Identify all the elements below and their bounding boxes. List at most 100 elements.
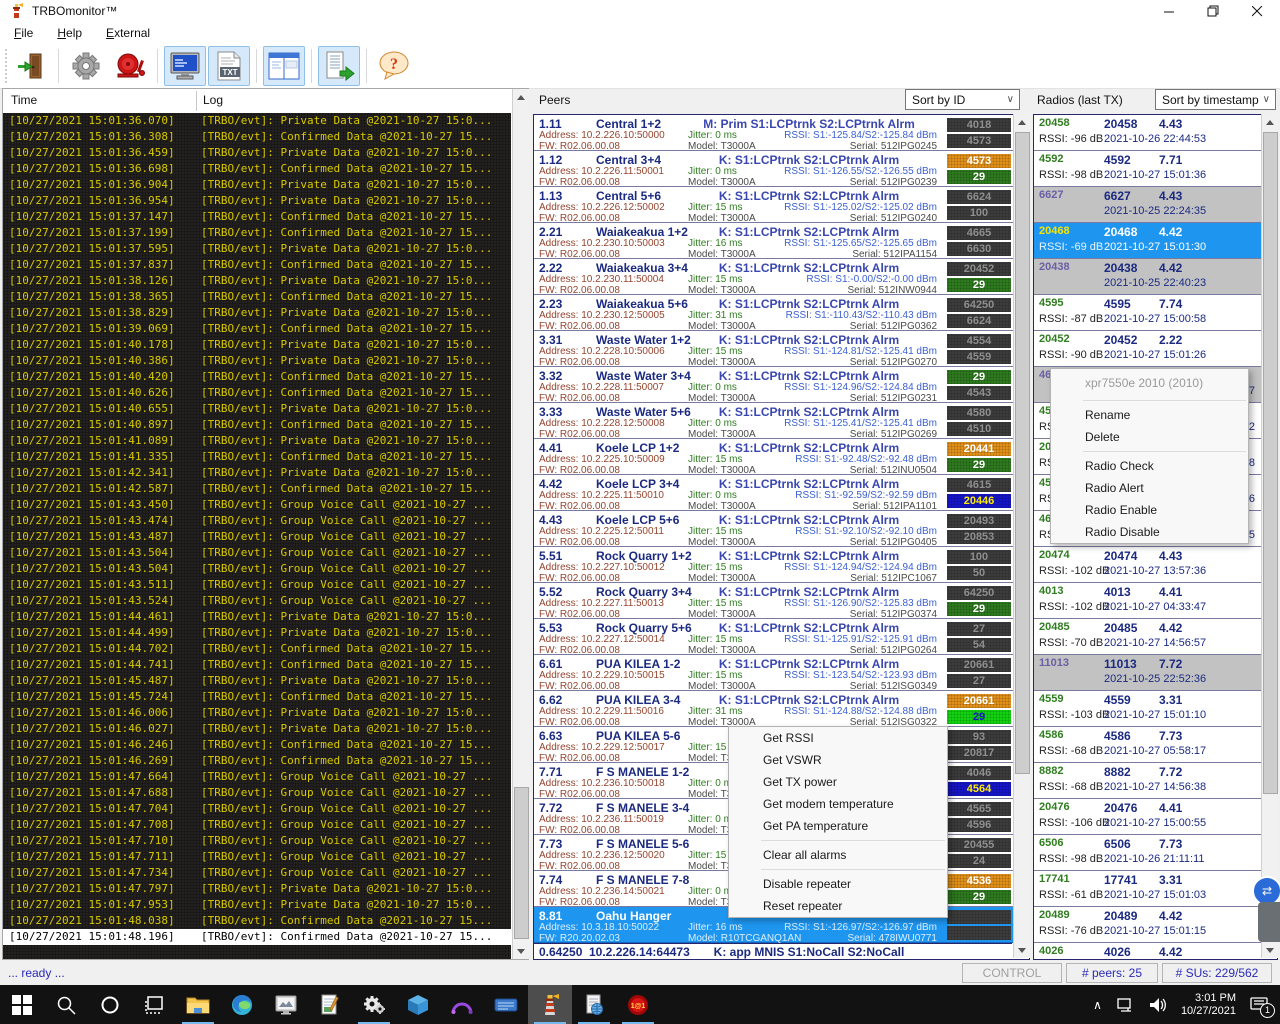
radio-row[interactable]: 20458204584.43RSSI: -96 dB2021-10-26 22:…: [1034, 115, 1277, 151]
log-row[interactable]: [10/27/2021 15:01:47.688][TRBO/evt]: Gro…: [3, 785, 511, 801]
scroll-thumb[interactable]: [1015, 132, 1030, 774]
log-row[interactable]: [10/27/2021 15:01:44.702][TRBO/evt]: Con…: [3, 641, 511, 657]
log-row[interactable]: [10/27/2021 15:01:36.698][TRBO/evt]: Con…: [3, 161, 511, 177]
peer-row[interactable]: 2.22Waiakeakua 3+4K: S1:LCPtrnk S2:LCPtr…: [534, 259, 1029, 295]
remote-session-handle[interactable]: ⇄: [1252, 876, 1280, 948]
peer-row[interactable]: 4.43Koele LCP 5+6K: S1:LCPtrnk S2:LCPtrn…: [534, 511, 1029, 547]
log-row[interactable]: [10/27/2021 15:01:44.499][TRBO/evt]: Pri…: [3, 625, 511, 641]
log-row[interactable]: [10/27/2021 15:01:40.178][TRBO/evt]: Pri…: [3, 337, 511, 353]
scroll-down-icon[interactable]: [513, 943, 529, 959]
alarm-button[interactable]: [109, 46, 151, 86]
menu-item-get-modem-temperature[interactable]: Get modem temperature: [729, 793, 947, 815]
file-explorer-button[interactable]: [176, 985, 220, 1024]
scroll-up-icon[interactable]: [1014, 114, 1030, 130]
scroll-thumb[interactable]: [514, 787, 529, 939]
arc-app-button[interactable]: [440, 985, 484, 1024]
menu-item-delete[interactable]: Delete: [1051, 426, 1248, 448]
log-row[interactable]: [10/27/2021 15:01:40.626][TRBO/evt]: Con…: [3, 385, 511, 401]
card-app-button[interactable]: [484, 985, 528, 1024]
radio-row[interactable]: 20438204384.422021-10-25 22:40:23: [1034, 259, 1277, 295]
doc-app-button[interactable]: [572, 985, 616, 1024]
exit-button[interactable]: [10, 46, 52, 86]
restore-button[interactable]: [1196, 2, 1230, 20]
log-viewer-app-button[interactable]: [308, 985, 352, 1024]
log-row[interactable]: [10/27/2021 15:01:46.269][TRBO/evt]: Con…: [3, 753, 511, 769]
peer-row[interactable]: 1.13Central 5+6K: S1:LCPtrnk S2:LCPtrnk …: [534, 187, 1029, 223]
radio-row[interactable]: 20452204522.22RSSI: -90 dB2021-10-27 15:…: [1034, 331, 1277, 367]
log-row[interactable]: [10/27/2021 15:01:38.126][TRBO/evt]: Pri…: [3, 273, 511, 289]
log-row[interactable]: [10/27/2021 15:01:48.196][TRBO/evt]: Con…: [3, 929, 511, 945]
log-row[interactable]: [10/27/2021 15:01:46.006][TRBO/evt]: Pri…: [3, 705, 511, 721]
log-row[interactable]: [10/27/2021 15:01:47.953][TRBO/evt]: Pri…: [3, 897, 511, 913]
tray-expand-icon[interactable]: ∧: [1093, 998, 1102, 1012]
scroll-up-icon[interactable]: [1262, 114, 1278, 130]
log-row[interactable]: [10/27/2021 15:01:46.246][TRBO/evt]: Con…: [3, 737, 511, 753]
peer-row[interactable]: 5.53Rock Quarry 5+6K: S1:LCPtrnk S2:LCPt…: [534, 619, 1029, 655]
log-row[interactable]: [10/27/2021 15:01:47.708][TRBO/evt]: Gro…: [3, 817, 511, 833]
log-row[interactable]: [10/27/2021 15:01:47.704][TRBO/evt]: Gro…: [3, 801, 511, 817]
action-center-button[interactable]: 1: [1250, 996, 1268, 1014]
radio-row[interactable]: 17741177413.31RSSI: -61 dB2021-10-27 15:…: [1034, 871, 1277, 907]
log-row[interactable]: [10/27/2021 15:01:43.524][TRBO/evt]: Gro…: [3, 593, 511, 609]
log-row[interactable]: [10/27/2021 15:01:43.450][TRBO/evt]: Gro…: [3, 497, 511, 513]
log-row[interactable]: [10/27/2021 15:01:40.420][TRBO/evt]: Con…: [3, 369, 511, 385]
radios-scrollbar[interactable]: [1261, 114, 1278, 958]
log-row[interactable]: [10/27/2021 15:01:36.070][TRBO/evt]: Pri…: [3, 113, 511, 129]
peer-row[interactable]: 4.41Koele LCP 1+2K: S1:LCPtrnk S2:LCPtrn…: [534, 439, 1029, 475]
log-row[interactable]: [10/27/2021 15:01:43.487][TRBO/evt]: Gro…: [3, 529, 511, 545]
log-row[interactable]: [10/27/2021 15:01:47.797][TRBO/evt]: Pri…: [3, 881, 511, 897]
log-row[interactable]: [10/27/2021 15:01:41.089][TRBO/evt]: Pri…: [3, 433, 511, 449]
settings-button[interactable]: [65, 46, 107, 86]
radios-sort-select[interactable]: Sort by timestamp ∨: [1155, 89, 1276, 110]
log-row[interactable]: [10/27/2021 15:01:36.904][TRBO/evt]: Pri…: [3, 177, 511, 193]
menu-item-radio-alert[interactable]: Radio Alert: [1051, 477, 1248, 499]
scroll-up-icon[interactable]: [513, 89, 529, 105]
log-row[interactable]: [10/27/2021 15:01:40.386][TRBO/evt]: Pri…: [3, 353, 511, 369]
menu-item-radio-disable[interactable]: Radio Disable: [1051, 521, 1248, 543]
taskbar-clock[interactable]: 3:01 PM 10/27/2021: [1181, 992, 1236, 1018]
photos-app-button[interactable]: [264, 985, 308, 1024]
start-button[interactable]: [0, 985, 44, 1024]
search-button[interactable]: [44, 985, 88, 1024]
log-row[interactable]: [10/27/2021 15:01:40.897][TRBO/evt]: Con…: [3, 417, 511, 433]
log-column-log[interactable]: Log: [203, 93, 223, 107]
menu-item-get-tx-power[interactable]: Get TX power: [729, 771, 947, 793]
log-row[interactable]: [10/27/2021 15:01:47.711][TRBO/evt]: Gro…: [3, 849, 511, 865]
log-row[interactable]: [10/27/2021 15:01:36.459][TRBO/evt]: Pri…: [3, 145, 511, 161]
radio-row[interactable]: 20476204764.41RSSI: -106 dB2021-10-27 15…: [1034, 799, 1277, 835]
radio-row[interactable]: 401340134.41RSSI: -102 dB2021-10-27 04:3…: [1034, 583, 1277, 619]
log-row[interactable]: [10/27/2021 15:01:44.461][TRBO/evt]: Pri…: [3, 609, 511, 625]
monitor-view-button[interactable]: [164, 46, 206, 86]
menu-file[interactable]: File: [4, 24, 43, 42]
log-row[interactable]: [10/27/2021 15:01:43.511][TRBO/evt]: Gro…: [3, 577, 511, 593]
log-row[interactable]: [10/27/2021 15:01:39.069][TRBO/evt]: Con…: [3, 321, 511, 337]
menu-external[interactable]: External: [96, 24, 160, 42]
volume-icon[interactable]: [1148, 997, 1166, 1013]
menu-item-reset-repeater[interactable]: Reset repeater: [729, 895, 947, 917]
radio-row[interactable]: 662766274.432021-10-25 22:24:35: [1034, 187, 1277, 223]
peers-footer-row[interactable]: 0.64250 10.2.226.14:64473 K: app MNIS S1…: [534, 943, 1012, 959]
log-scrollbar[interactable]: [512, 89, 529, 959]
scroll-down-icon[interactable]: [1014, 942, 1030, 958]
peer-row[interactable]: 5.51Rock Quarry 1+2K: S1:LCPtrnk S2:LCPt…: [534, 547, 1029, 583]
network-icon[interactable]: [1116, 997, 1134, 1013]
log-row[interactable]: [10/27/2021 15:01:37.595][TRBO/evt]: Pri…: [3, 241, 511, 257]
peer-row[interactable]: 6.62PUA KILEA 3-4K: S1:LCPtrnk S2:LCPtrn…: [534, 691, 1029, 727]
log-row[interactable]: [10/27/2021 15:01:43.504][TRBO/evt]: Gro…: [3, 545, 511, 561]
menu-item-get-vswr[interactable]: Get VSWR: [729, 749, 947, 771]
peer-row[interactable]: 3.33Waste Water 5+6K: S1:LCPtrnk S2:LCPt…: [534, 403, 1029, 439]
log-row[interactable]: [10/27/2021 15:01:43.474][TRBO/evt]: Gro…: [3, 513, 511, 529]
minimize-button[interactable]: [1152, 2, 1186, 20]
column-divider[interactable]: [196, 91, 197, 111]
split-view-button[interactable]: [263, 46, 305, 86]
log-row[interactable]: [10/27/2021 15:01:48.038][TRBO/evt]: Con…: [3, 913, 511, 929]
radio-row[interactable]: 459245927.71RSSI: -98 dB2021-10-27 15:01…: [1034, 151, 1277, 187]
peers-sort-select[interactable]: Sort by ID ∨: [905, 89, 1020, 110]
peer-row[interactable]: 4.42Koele LCP 3+4K: S1:LCPtrnk S2:LCPtrn…: [534, 475, 1029, 511]
peer-row[interactable]: 2.23Waiakeakua 5+6K: S1:LCPtrnk S2:LCPtr…: [534, 295, 1029, 331]
menu-item-clear-all-alarms[interactable]: Clear all alarms: [729, 844, 947, 866]
menu-help[interactable]: Help: [47, 24, 92, 42]
log-row[interactable]: [10/27/2021 15:01:40.655][TRBO/evt]: Pri…: [3, 401, 511, 417]
log-row[interactable]: [10/27/2021 15:01:36.954][TRBO/evt]: Pri…: [3, 193, 511, 209]
log-row[interactable]: [10/27/2021 15:01:37.199][TRBO/evt]: Con…: [3, 225, 511, 241]
